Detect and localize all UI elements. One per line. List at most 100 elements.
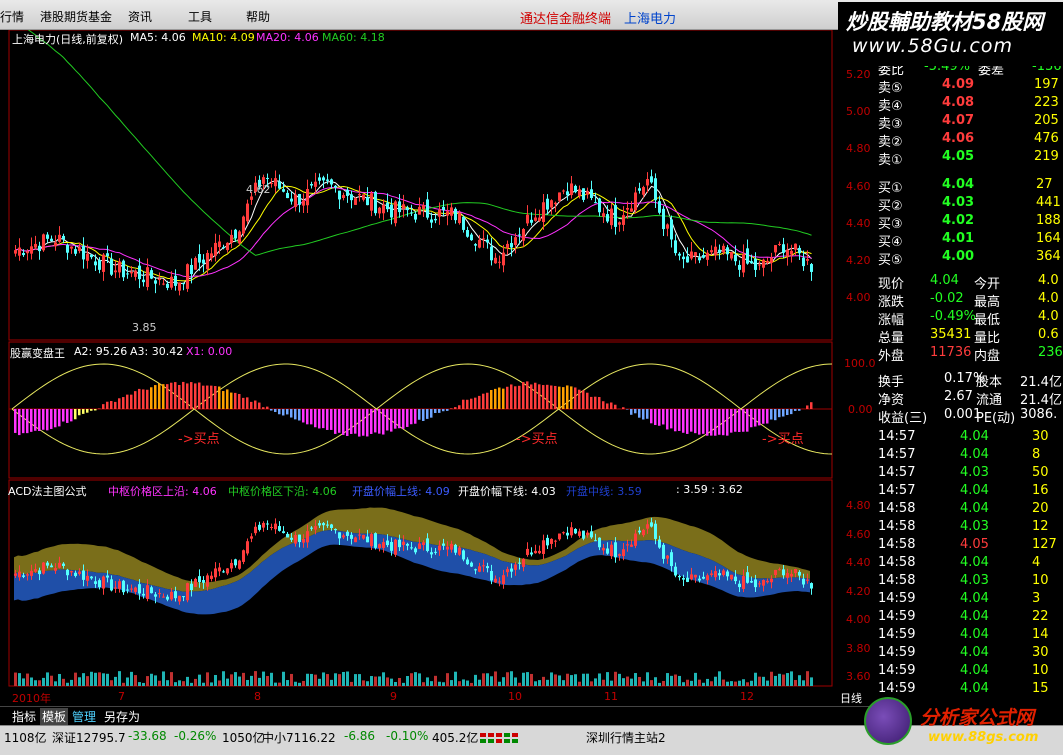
- volume-bar: [426, 677, 429, 686]
- tick-volume: 50: [1032, 465, 1049, 480]
- bid-price: 4.04: [942, 177, 975, 192]
- acd-candle-body: [426, 538, 429, 551]
- osc-bar: [554, 385, 557, 409]
- kline-chart-area[interactable]: [0, 30, 876, 706]
- watermark-bottom-url: www.88gs.com: [928, 730, 1039, 745]
- osc-bar: [514, 386, 517, 409]
- candle-body: [114, 270, 117, 273]
- acd-candle-body: [374, 533, 377, 548]
- candle-body: [286, 192, 289, 199]
- tick-row: 14:59 4.04 3: [876, 590, 1063, 608]
- volume-bar: [574, 674, 577, 686]
- volume-bar: [46, 672, 49, 686]
- axis-tick: 4.00: [846, 291, 871, 304]
- volume-bar: [390, 678, 393, 686]
- osc-bar: [774, 409, 777, 421]
- acd-candle-body: [542, 540, 545, 554]
- stat-row: 总量 35431 量比 0.6: [876, 326, 1063, 346]
- osc-bar: [470, 398, 473, 409]
- sz-index[interactable]: 深证12795.7: [52, 729, 126, 746]
- main-legend-ma5: MA5: 4.06: [130, 31, 186, 44]
- acd-candle-body: [246, 541, 249, 554]
- menu-item-quotes[interactable]: 行情: [0, 8, 24, 25]
- acd-candle-body: [66, 569, 69, 576]
- osc-bar: [810, 402, 813, 409]
- acd-candle-body: [470, 562, 473, 567]
- acd-candle-body: [538, 550, 541, 554]
- candle-body: [382, 204, 385, 214]
- osc-bar: [698, 409, 701, 435]
- osc-bar: [34, 409, 37, 431]
- volume-bar: [326, 674, 329, 686]
- candle-body: [806, 258, 809, 261]
- tick-time: 14:57: [878, 447, 916, 462]
- candle-body: [146, 267, 149, 287]
- tab-manage[interactable]: 管理: [70, 708, 98, 725]
- menu-item-news[interactable]: 资讯: [128, 8, 152, 25]
- candle-body: [282, 189, 285, 192]
- main-legend-ma10: MA10: 4.09: [192, 31, 255, 44]
- volume-bar: [678, 675, 681, 686]
- osc-bar: [730, 409, 733, 433]
- zx-index[interactable]: 中小7116.22: [262, 729, 336, 746]
- osc-bar: [570, 386, 573, 409]
- volume-bar: [614, 671, 617, 686]
- volume-bar: [458, 681, 461, 686]
- osc-bar: [182, 381, 185, 409]
- candle-body: [710, 250, 713, 253]
- server-name[interactable]: 深圳行情主站2: [586, 729, 666, 746]
- tab-template[interactable]: 模板: [40, 708, 69, 725]
- axis-tick: 4.80: [846, 499, 871, 512]
- tick-time: 14:57: [878, 465, 916, 480]
- stat-row: 涨跌 -0.02 最高 4.0: [876, 290, 1063, 310]
- tick-price: 4.04: [960, 429, 989, 444]
- acd-candle-body: [614, 542, 617, 558]
- osc-bar: [298, 409, 301, 421]
- main-legend-title: 上海电力(日线,前复权): [12, 33, 124, 46]
- tick-price: 4.04: [960, 663, 989, 678]
- tab-save-as[interactable]: 另存为: [102, 708, 142, 725]
- osc-bar: [230, 392, 233, 409]
- axis-tick: 4.20: [846, 585, 871, 598]
- osc-bar: [690, 409, 693, 432]
- osc-bar: [126, 394, 129, 409]
- candle-body: [438, 209, 441, 217]
- main-legend-ma20: MA20: 4.06: [256, 31, 319, 44]
- acd-candle-body: [578, 531, 581, 536]
- osc-bar: [682, 409, 685, 433]
- acd-candle-body: [594, 540, 597, 542]
- volume-bar: [694, 672, 697, 686]
- menu-item-help[interactable]: 帮助: [246, 8, 270, 25]
- volume-bar: [262, 671, 265, 686]
- acd-candle-body: [622, 549, 625, 557]
- candle-body: [522, 228, 525, 241]
- bid-price: 4.00: [942, 249, 975, 264]
- acd-candle-body: [754, 579, 757, 588]
- date-tick: 11: [604, 690, 618, 703]
- volume-bar: [186, 676, 189, 686]
- volume-bar: [594, 678, 597, 686]
- candle-body: [790, 250, 793, 255]
- tick-price: 4.05: [960, 537, 989, 552]
- sz-percent: -0.26%: [174, 729, 217, 743]
- osc-bar: [778, 409, 781, 418]
- osc-bar: [710, 409, 713, 436]
- candle-body: [102, 254, 105, 272]
- candle-body: [810, 264, 813, 272]
- acd-candle-body: [570, 527, 573, 536]
- osc-bar: [538, 384, 541, 409]
- menu-item-hk-futures[interactable]: 港股期货基金: [40, 8, 112, 25]
- volume-bar: [94, 672, 97, 686]
- volume-bar: [50, 675, 53, 686]
- osc-bar: [78, 409, 81, 416]
- osc-bar: [398, 409, 401, 429]
- osc-bar: [714, 409, 717, 436]
- menu-item-tools[interactable]: 工具: [188, 8, 212, 25]
- candle-body: [582, 188, 585, 200]
- tick-row: 14:57 4.03 50: [876, 464, 1063, 482]
- osc-bar: [118, 398, 121, 409]
- tab-indicator[interactable]: 指标: [10, 708, 38, 725]
- osc-bar: [378, 409, 381, 434]
- acd-candle-body: [654, 523, 657, 539]
- volume-bar: [378, 676, 381, 686]
